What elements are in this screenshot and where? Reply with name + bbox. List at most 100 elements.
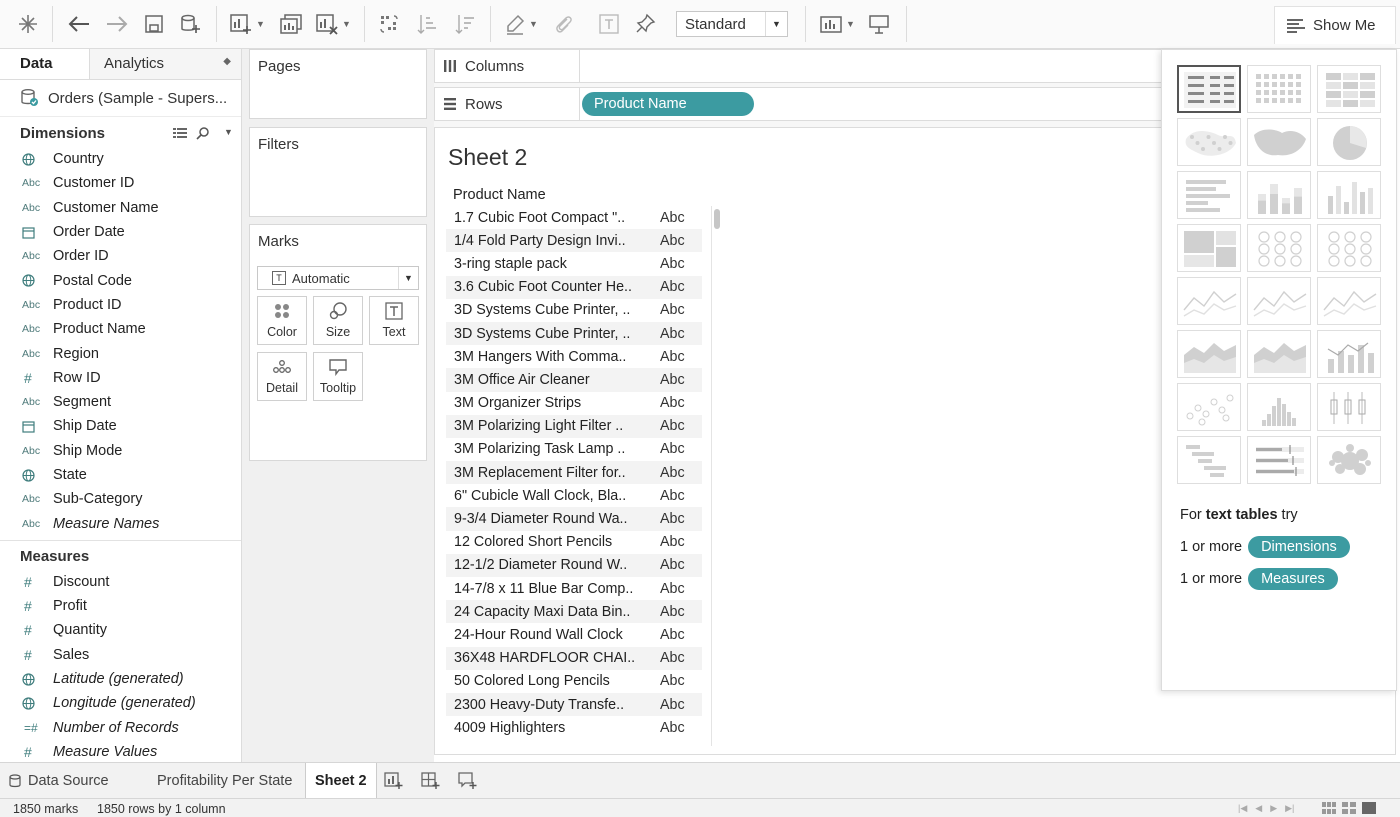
- save-icon[interactable]: [140, 10, 168, 38]
- highlight-button[interactable]: ▼: [500, 10, 542, 38]
- row-header[interactable]: 3.6 Cubic Foot Counter He..: [446, 279, 660, 295]
- field-sales[interactable]: # Sales: [0, 643, 241, 667]
- cell-value[interactable]: Abc: [660, 441, 702, 457]
- field-number-of-records[interactable]: =# Number of Records: [0, 716, 241, 740]
- table-row[interactable]: 12-1/2 Diameter Round W.. Abc: [446, 553, 702, 577]
- field-ship-date[interactable]: Ship Date: [0, 414, 241, 438]
- cell-value[interactable]: Abc: [660, 418, 702, 434]
- cell-value[interactable]: Abc: [660, 534, 702, 550]
- area-discrete-thumb[interactable]: [1247, 330, 1311, 378]
- cell-value[interactable]: Abc: [660, 465, 702, 481]
- cell-value[interactable]: Abc: [660, 326, 702, 342]
- table-row[interactable]: 3M Polarizing Task Lamp .. Abc: [446, 438, 702, 461]
- table-row[interactable]: 14-7/8 x 11 Blue Bar Comp.. Abc: [446, 577, 702, 600]
- table-row[interactable]: 3M Office Air Cleaner Abc: [446, 368, 702, 392]
- tab-analytics[interactable]: Analytics ◆: [90, 49, 241, 79]
- discrete-lines-thumb[interactable]: [1247, 277, 1311, 325]
- cell-value[interactable]: Abc: [660, 720, 702, 736]
- column-header[interactable]: Product Name: [453, 187, 546, 203]
- row-header[interactable]: 4009 Highlighters: [446, 720, 660, 736]
- field-profit[interactable]: # Profit: [0, 594, 241, 618]
- row-header[interactable]: 3M Organizer Strips: [446, 395, 660, 411]
- table-row[interactable]: 1/4 Fold Party Design Invi.. Abc: [446, 229, 702, 253]
- new-story-icon[interactable]: [458, 763, 478, 799]
- new-worksheet-button[interactable]: ▼: [226, 10, 268, 38]
- field-quantity[interactable]: # Quantity: [0, 618, 241, 642]
- sort-ascending-icon[interactable]: [412, 10, 442, 38]
- cell-value[interactable]: Abc: [660, 673, 702, 689]
- field-sub-category[interactable]: Abc Sub-Category: [0, 487, 241, 511]
- datasource-item[interactable]: Orders (Sample - Supers...: [0, 80, 241, 117]
- field-longitude-generated[interactable]: Longitude (generated): [0, 691, 241, 715]
- menu-dropdown-icon[interactable]: ▼: [224, 127, 233, 137]
- cell-value[interactable]: Abc: [660, 372, 702, 388]
- cell-value[interactable]: Abc: [660, 210, 702, 226]
- show-labels-icon[interactable]: [594, 10, 624, 38]
- tab-sheet-2[interactable]: Sheet 2: [305, 763, 377, 799]
- table-row[interactable]: 3D Systems Cube Printer, .. Abc: [446, 321, 702, 346]
- field-row-id[interactable]: # Row ID: [0, 366, 241, 390]
- dual-combination-thumb[interactable]: [1317, 330, 1381, 378]
- cell-value[interactable]: Abc: [660, 511, 702, 527]
- tab-data-source[interactable]: Data Source: [8, 763, 109, 799]
- cell-value[interactable]: Abc: [660, 557, 702, 573]
- text-table-thumb[interactable]: [1177, 65, 1241, 113]
- table-row[interactable]: 1.7 Cubic Foot Compact ".. Abc: [446, 206, 702, 229]
- table-row[interactable]: 3-ring staple pack Abc: [446, 252, 702, 275]
- tooltip-button[interactable]: Tooltip: [313, 352, 363, 401]
- cell-value[interactable]: Abc: [660, 627, 702, 643]
- continuous-lines-thumb[interactable]: [1177, 277, 1241, 325]
- table-row[interactable]: 12 Colored Short Pencils Abc: [446, 531, 702, 554]
- side-by-side-bars-thumb[interactable]: [1317, 171, 1381, 219]
- clear-sheet-button[interactable]: ▼: [312, 10, 354, 38]
- gantt-chart-thumb[interactable]: [1177, 436, 1241, 484]
- highlight-table-thumb[interactable]: [1317, 65, 1381, 113]
- field-product-id[interactable]: Abc Product ID: [0, 293, 241, 317]
- previous-sheet-icon[interactable]: ◀: [1255, 803, 1262, 814]
- field-postal-code[interactable]: Postal Code: [0, 268, 241, 292]
- filters-card[interactable]: Filters: [249, 127, 427, 217]
- field-customer-name[interactable]: Abc Customer Name: [0, 196, 241, 220]
- cell-value[interactable]: Abc: [660, 488, 702, 504]
- table-row[interactable]: 4009 Highlighters Abc: [446, 716, 702, 739]
- view-list-icon[interactable]: [172, 126, 188, 140]
- row-header[interactable]: 6" Cubicle Wall Clock, Bla..: [446, 488, 660, 504]
- row-header[interactable]: 3M Replacement Filter for..: [446, 465, 660, 481]
- scrollbar-thumb[interactable]: [714, 209, 720, 229]
- row-header[interactable]: 3M Hangers With Comma..: [446, 349, 660, 365]
- table-row[interactable]: 9-3/4 Diameter Round Wa.. Abc: [446, 507, 702, 531]
- heat-map-thumb[interactable]: [1247, 65, 1311, 113]
- field-ship-mode[interactable]: Abc Ship Mode: [0, 439, 241, 463]
- row-header[interactable]: 1/4 Fold Party Design Invi..: [446, 233, 660, 249]
- field-order-id[interactable]: Abc Order ID: [0, 244, 241, 268]
- show-filmstrip-icon[interactable]: [1322, 802, 1336, 814]
- table-row[interactable]: 3.6 Cubic Foot Counter He.. Abc: [446, 275, 702, 299]
- first-sheet-icon[interactable]: |◀: [1238, 803, 1247, 814]
- pages-card[interactable]: Pages: [249, 49, 427, 119]
- search-icon[interactable]: [196, 126, 210, 140]
- field-country[interactable]: Country: [0, 147, 241, 171]
- cell-value[interactable]: Abc: [660, 650, 702, 666]
- row-header[interactable]: 3M Polarizing Task Lamp ..: [446, 441, 660, 457]
- product-name-pill[interactable]: Product Name: [582, 92, 754, 116]
- row-header[interactable]: 3D Systems Cube Printer, ..: [446, 326, 660, 342]
- table-row[interactable]: 3M Organizer Strips Abc: [446, 392, 702, 415]
- histogram-thumb[interactable]: [1247, 383, 1311, 431]
- field-segment[interactable]: Abc Segment: [0, 390, 241, 414]
- new-dashboard-icon[interactable]: [421, 763, 441, 799]
- table-row[interactable]: 3M Polarizing Light Filter .. Abc: [446, 414, 702, 438]
- tableau-logo-icon[interactable]: [14, 10, 42, 38]
- table-row[interactable]: 24 Capacity Maxi Data Bin.. Abc: [446, 600, 702, 624]
- cell-value[interactable]: Abc: [660, 697, 702, 713]
- row-header[interactable]: 9-3/4 Diameter Round Wa..: [446, 511, 660, 527]
- row-header[interactable]: 2300 Heavy-Duty Transfe..: [446, 697, 660, 713]
- table-row[interactable]: 3D Systems Cube Printer, .. Abc: [446, 299, 702, 322]
- color-button[interactable]: Color: [257, 296, 307, 345]
- area-continuous-thumb[interactable]: [1177, 330, 1241, 378]
- scatter-plot-thumb[interactable]: [1177, 383, 1241, 431]
- table-row[interactable]: 6" Cubicle Wall Clock, Bla.. Abc: [446, 484, 702, 507]
- row-header[interactable]: 50 Colored Long Pencils: [446, 673, 660, 689]
- sheet-title[interactable]: Sheet 2: [448, 144, 527, 171]
- new-worksheet-icon[interactable]: [384, 763, 404, 799]
- presentation-mode-icon[interactable]: [864, 10, 894, 38]
